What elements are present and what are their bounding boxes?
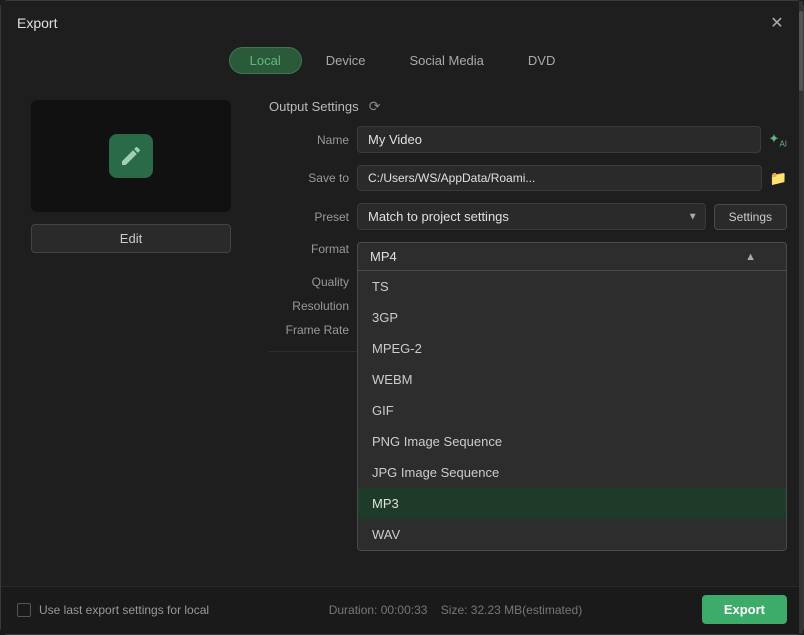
save-path-display: C:/Users/WS/AppData/Roami... <box>357 165 762 191</box>
dropdown-item-ts[interactable]: TS <box>358 271 786 302</box>
preview-box <box>31 100 231 212</box>
save-to-row: Save to C:/Users/WS/AppData/Roami... 📁 <box>269 165 787 191</box>
last-export-label: Use last export settings for local <box>39 603 209 617</box>
dropdown-item-gif[interactable]: GIF <box>358 395 786 426</box>
name-label: Name <box>269 133 349 147</box>
right-panel: Output Settings ⟳ Name ✦AI Save to C:/Us… <box>261 84 803 586</box>
name-input[interactable] <box>357 126 761 153</box>
preset-select[interactable]: Match to project settings <box>357 203 706 230</box>
format-label: Format <box>269 242 349 256</box>
footer: Use last export settings for local Durat… <box>1 586 803 634</box>
dropdown-item-3gp[interactable]: 3GP <box>358 302 786 333</box>
close-button[interactable]: ✕ <box>767 13 787 33</box>
format-selected-value: MP4 <box>370 249 397 264</box>
tab-device[interactable]: Device <box>306 47 386 74</box>
format-dropdown-list[interactable]: TS 3GP MPEG-2 WEBM GIF PNG Image Sequenc… <box>357 271 787 551</box>
preset-label: Preset <box>269 210 349 224</box>
edit-button[interactable]: Edit <box>31 224 231 253</box>
folder-icon[interactable]: 📁 <box>770 170 787 187</box>
scrollbar[interactable] <box>799 84 803 586</box>
format-row: Format MP4 ▲ TS 3GP MPEG-2 WEBM GIF PNG … <box>269 242 787 271</box>
duration-label: Duration: 00:00:33 <box>329 603 428 617</box>
resolution-label: Resolution <box>269 299 349 313</box>
settings-button[interactable]: Settings <box>714 204 787 230</box>
last-export-checkbox[interactable] <box>17 603 31 617</box>
footer-center: Duration: 00:00:33 Size: 32.23 MB(estima… <box>329 603 583 617</box>
scroll-thumb <box>799 84 803 91</box>
tab-dvd[interactable]: DVD <box>508 47 575 74</box>
tab-social-media[interactable]: Social Media <box>389 47 503 74</box>
frame-rate-label: Frame Rate <box>269 323 349 337</box>
output-settings-header: Output Settings ⟳ <box>269 84 787 126</box>
dropdown-item-webm[interactable]: WEBM <box>358 364 786 395</box>
left-panel: Edit <box>1 84 261 586</box>
size-label: Size: 32.23 MB(estimated) <box>441 603 582 617</box>
save-to-label: Save to <box>269 171 349 185</box>
dropdown-item-png-seq[interactable]: PNG Image Sequence <box>358 426 786 457</box>
ai-icon[interactable]: ✦AI <box>769 131 787 149</box>
dropdown-item-jpg-seq[interactable]: JPG Image Sequence <box>358 457 786 488</box>
dropdown-item-wav[interactable]: WAV <box>358 519 786 550</box>
preview-icon <box>109 134 153 178</box>
dropdown-item-mpeg2[interactable]: MPEG-2 <box>358 333 786 364</box>
chevron-up-icon: ▲ <box>745 251 756 263</box>
tab-local[interactable]: Local <box>229 47 302 74</box>
output-settings-label: Output Settings <box>269 99 359 114</box>
content-area: Edit Output Settings ⟳ Name ✦AI Save to … <box>1 84 803 586</box>
export-button[interactable]: Export <box>702 595 787 624</box>
format-select-box[interactable]: MP4 ▲ <box>357 242 787 271</box>
footer-left: Use last export settings for local <box>17 603 209 617</box>
name-row: Name ✦AI <box>269 126 787 153</box>
pencil-icon <box>119 144 143 168</box>
format-select-wrapper: MP4 ▲ TS 3GP MPEG-2 WEBM GIF PNG Image S… <box>357 242 787 271</box>
dropdown-item-mp3[interactable]: MP3 <box>358 488 786 519</box>
refresh-icon[interactable]: ⟳ <box>367 98 383 114</box>
preset-row: Preset Match to project settings ▼ Setti… <box>269 203 787 230</box>
title-bar: Export ✕ <box>1 1 803 41</box>
window-title: Export <box>17 15 57 31</box>
export-window: Export ✕ Local Device Social Media DVD E… <box>0 0 804 635</box>
quality-label: Quality <box>269 275 349 289</box>
tab-bar: Local Device Social Media DVD <box>1 41 803 84</box>
